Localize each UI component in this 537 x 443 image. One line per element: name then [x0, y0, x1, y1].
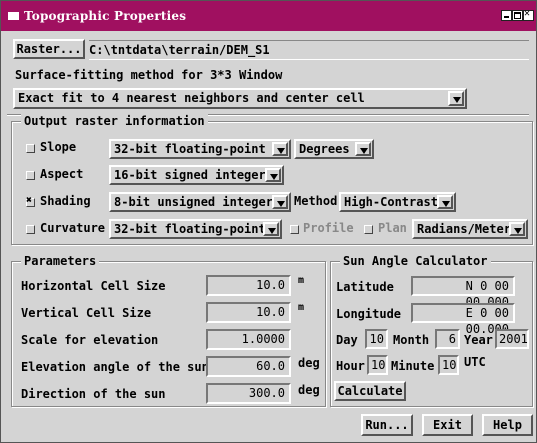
aspect-label: Aspect: [40, 167, 84, 181]
curvature-type-dropdown[interactable]: 32-bit floating-point: [109, 219, 282, 239]
shading-method-dropdown[interactable]: High-Contrast: [339, 192, 456, 212]
hour-label: Hour: [336, 359, 365, 373]
day-field[interactable]: 10: [365, 329, 388, 349]
minimize-icon[interactable]: [501, 10, 512, 21]
raster-path: C:\tntdata\terrain/DEM_S1: [89, 40, 529, 60]
slope-units-dropdown[interactable]: Degrees: [294, 139, 374, 159]
close-icon[interactable]: [523, 8, 534, 21]
parameters-title: Parameters: [21, 254, 100, 268]
run-button[interactable]: Run...: [361, 414, 413, 436]
profile-checkbox[interactable]: [290, 225, 299, 234]
maximize-icon[interactable]: [512, 10, 523, 21]
curvature-checkbox[interactable]: [26, 225, 35, 234]
aspect-type-value: 16-bit signed integer: [114, 168, 266, 182]
slope-type-dropdown[interactable]: 32-bit floating-point: [109, 139, 291, 159]
help-button[interactable]: Help: [482, 414, 533, 436]
title-bar[interactable]: Topographic Properties: [1, 1, 536, 31]
plan-label: Plan: [378, 221, 407, 235]
surface-method-label: Surface-fitting method for 3*3 Window: [15, 68, 283, 82]
shading-label: Shading: [40, 194, 91, 208]
latitude-label: Latitude: [336, 280, 394, 294]
shading-method-label: Method: [294, 194, 338, 208]
year-label: Year: [464, 333, 493, 347]
slope-type-value: 32-bit floating-point: [114, 142, 266, 156]
dropdown-arrow-icon: [437, 195, 453, 209]
dropdown-arrow-icon: [272, 195, 288, 209]
longitude-label: Longitude: [336, 307, 402, 321]
exit-button[interactable]: Exit: [422, 414, 473, 436]
latitude-field[interactable]: N 0 00 00.000: [411, 276, 515, 309]
slope-label: Slope: [40, 140, 77, 154]
sun-elevation-unit: deg: [298, 356, 320, 370]
slope-checkbox[interactable]: [26, 144, 35, 153]
month-field[interactable]: 6: [435, 329, 460, 349]
scale-elevation-label: Scale for elevation: [21, 333, 159, 347]
sun-elevation-field[interactable]: 60.0: [206, 356, 291, 377]
curvature-units-dropdown[interactable]: Radians/Meter: [412, 219, 528, 239]
aspect-type-dropdown[interactable]: 16-bit signed integer: [109, 165, 284, 185]
year-field[interactable]: 2001: [495, 329, 529, 349]
dropdown-arrow-icon: [509, 222, 525, 236]
vertical-cell-size-unit: m: [298, 302, 305, 313]
sun-direction-unit: deg: [298, 383, 320, 397]
shading-type-dropdown[interactable]: 8-bit unsigned integer: [109, 192, 291, 212]
raster-button[interactable]: Raster...: [13, 39, 85, 59]
aspect-checkbox[interactable]: [26, 171, 35, 180]
longitude-field[interactable]: E 0 00 00.000: [411, 303, 515, 336]
curvature-type-value: 32-bit floating-point: [114, 222, 266, 236]
calculate-button[interactable]: Calculate: [334, 381, 406, 401]
curvature-label: Curvature: [40, 221, 106, 235]
output-raster-title: Output raster information: [21, 114, 208, 128]
scale-elevation-field[interactable]: 1.0000: [206, 329, 291, 350]
sun-direction-field[interactable]: 300.0: [206, 383, 291, 404]
dropdown-arrow-icon: [272, 142, 288, 156]
horizontal-cell-size-label: Horizontal Cell Size: [21, 279, 166, 293]
window-title: Topographic Properties: [24, 9, 187, 23]
profile-label: Profile: [303, 221, 354, 235]
dropdown-arrow-icon: [263, 222, 279, 236]
topographic-properties-window: Topographic Properties Raster... C:\tntd…: [0, 0, 537, 443]
shading-type-value: 8-bit unsigned integer: [114, 195, 273, 209]
dropdown-arrow-icon: [355, 142, 371, 156]
dropdown-arrow-icon: [448, 91, 464, 106]
vertical-cell-size-field[interactable]: 10.0: [206, 302, 291, 323]
minute-field[interactable]: 10: [438, 355, 459, 375]
day-label: Day: [336, 333, 358, 347]
surface-method-value: Exact fit to 4 nearest neighbors and cen…: [18, 91, 365, 105]
minute-label: Minute: [391, 359, 435, 373]
sun-elevation-label: Elevation angle of the sun: [21, 360, 209, 374]
shading-checkbox[interactable]: [26, 195, 35, 207]
sun-angle-title: Sun Angle Calculator: [340, 254, 491, 268]
month-label: Month: [393, 333, 430, 347]
surface-method-dropdown[interactable]: Exact fit to 4 nearest neighbors and cen…: [13, 88, 467, 109]
utc-label: UTC: [464, 355, 486, 369]
horizontal-cell-size-field[interactable]: 10.0: [206, 275, 291, 296]
horizontal-cell-size-unit: m: [298, 275, 305, 286]
dropdown-arrow-icon: [265, 168, 281, 182]
hour-field[interactable]: 10: [367, 355, 388, 375]
sun-direction-label: Direction of the sun: [21, 387, 166, 401]
vertical-cell-size-label: Vertical Cell Size: [21, 306, 152, 320]
plan-checkbox[interactable]: [364, 225, 373, 234]
window-menu-icon[interactable]: [8, 12, 19, 20]
